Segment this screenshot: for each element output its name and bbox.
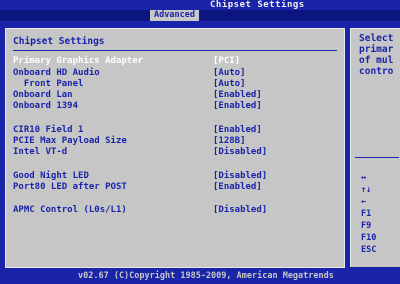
setting-value[interactable]: [Enabled] bbox=[213, 182, 262, 193]
setting-label: Onboard HD Audio bbox=[13, 68, 100, 78]
setting-row-front-panel[interactable]: Front Panel [Auto] bbox=[6, 79, 344, 90]
section-title: Chipset Settings bbox=[13, 36, 105, 47]
settings-panel: Chipset Settings Primary Graphics Adapte… bbox=[5, 28, 345, 268]
key-esc: ESC bbox=[361, 245, 377, 255]
setting-row-cir10-field-1[interactable]: CIR10 Field 1 [Enabled] bbox=[6, 125, 344, 136]
setting-row-good-night-led[interactable]: Good Night LED [Disabled] bbox=[6, 171, 344, 182]
app-title: Chipset Settings bbox=[210, 0, 305, 10]
setting-value[interactable]: [Disabled] bbox=[213, 147, 267, 158]
help-divider bbox=[355, 157, 399, 158]
setting-row-pcie-max-payload-size[interactable]: PCIE Max Payload Size [128B] bbox=[6, 136, 344, 147]
setting-label: Front Panel bbox=[13, 79, 84, 89]
setting-value[interactable]: [128B] bbox=[213, 136, 246, 147]
up-down-arrow-icon: ↑↓ bbox=[361, 185, 372, 195]
enter-arrow-icon: ← bbox=[361, 197, 367, 207]
left-right-arrow-icon: ↔ bbox=[361, 173, 367, 183]
section-divider bbox=[13, 50, 337, 51]
setting-label: PCIE Max Payload Size bbox=[13, 136, 127, 146]
setting-label: Good Night LED bbox=[13, 171, 89, 181]
setting-label: APMC Control (L0s/L1) bbox=[13, 205, 127, 215]
setting-label: Primary Graphics Adapter bbox=[13, 56, 144, 66]
setting-value[interactable]: [Disabled] bbox=[213, 205, 267, 216]
setting-label: Intel VT-d bbox=[13, 147, 68, 157]
key-f9: F9 bbox=[361, 221, 372, 231]
setting-value[interactable]: [Auto] bbox=[213, 68, 246, 79]
help-text: Select primar of mul contro bbox=[359, 33, 394, 77]
copyright-text: v02.67 (C)Copyright 1985-2009, American … bbox=[78, 271, 334, 281]
setting-value[interactable]: [Enabled] bbox=[213, 101, 262, 112]
setting-label: Onboard 1394 bbox=[13, 101, 79, 111]
setting-label: CIR10 Field 1 bbox=[13, 125, 84, 135]
tab-advanced[interactable]: Advanced bbox=[150, 10, 199, 21]
footer: v02.67 (C)Copyright 1985-2009, American … bbox=[0, 268, 400, 284]
setting-value[interactable]: [Disabled] bbox=[213, 171, 267, 182]
setting-row-intel-vt-d[interactable]: Intel VT-d [Disabled] bbox=[6, 147, 344, 158]
setting-row-apmc-control[interactable]: APMC Control (L0s/L1) [Disabled] bbox=[6, 205, 344, 216]
setting-value[interactable]: [Auto] bbox=[213, 79, 246, 90]
key-f1: F1 bbox=[361, 209, 372, 219]
key-f10: F10 bbox=[361, 233, 377, 243]
setting-value[interactable]: [PCI] bbox=[213, 56, 240, 67]
setting-row-primary-graphics-adapter[interactable]: Primary Graphics Adapter [PCI] bbox=[6, 56, 344, 67]
help-panel: Select primar of mul contro ↔ ↑↓ ← F1 F9… bbox=[350, 28, 400, 267]
setting-row-onboard-1394[interactable]: Onboard 1394 [Enabled] bbox=[6, 101, 344, 112]
setting-row-onboard-hd-audio[interactable]: Onboard HD Audio [Auto] bbox=[6, 68, 344, 79]
title-bar: Chipset Settings bbox=[0, 0, 400, 10]
setting-value[interactable]: [Enabled] bbox=[213, 90, 262, 101]
setting-value[interactable]: [Enabled] bbox=[213, 125, 262, 136]
setting-label: Onboard Lan bbox=[13, 90, 73, 100]
setting-row-onboard-lan[interactable]: Onboard Lan [Enabled] bbox=[6, 90, 344, 101]
tab-strip bbox=[0, 10, 400, 21]
setting-row-port80-led-after-post[interactable]: Port80 LED after POST [Enabled] bbox=[6, 182, 344, 193]
setting-label: Port80 LED after POST bbox=[13, 182, 127, 192]
